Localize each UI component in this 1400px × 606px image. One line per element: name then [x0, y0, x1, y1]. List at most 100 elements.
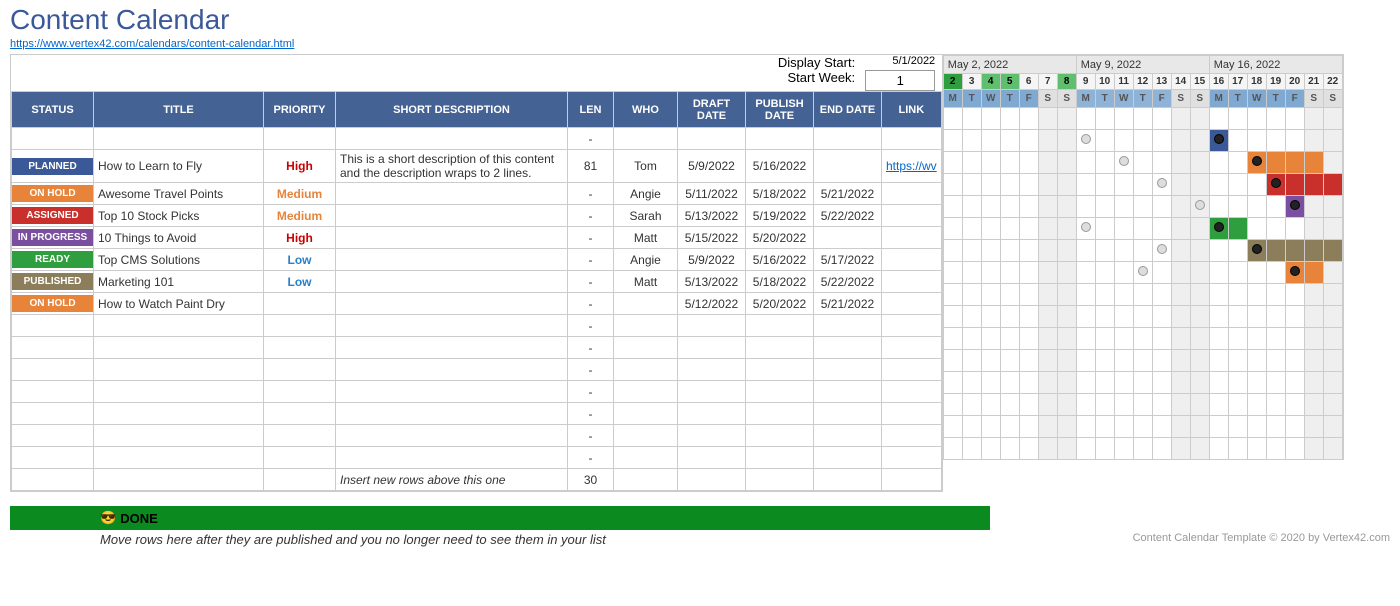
cell-desc[interactable] — [336, 403, 568, 425]
cell-desc[interactable] — [336, 205, 568, 227]
cell-publish[interactable] — [746, 447, 814, 469]
cell-len[interactable]: - — [568, 205, 614, 227]
cell-len[interactable]: 30 — [568, 469, 614, 491]
cell-link[interactable] — [882, 469, 942, 491]
cell-title[interactable] — [94, 315, 264, 337]
cell-len[interactable]: - — [568, 381, 614, 403]
cell-who[interactable]: Matt — [614, 227, 678, 249]
table-row[interactable]: - — [12, 425, 942, 447]
cell-publish[interactable]: 5/16/2022 — [746, 249, 814, 271]
cell-end[interactable] — [814, 150, 882, 183]
cell-priority[interactable] — [264, 381, 336, 403]
table-row[interactable]: READYTop CMS SolutionsLow-Angie5/9/20225… — [12, 249, 942, 271]
cell-status[interactable] — [12, 447, 94, 469]
cell-status[interactable]: ASSIGNED — [12, 205, 94, 227]
cell-title[interactable] — [94, 359, 264, 381]
cell-title[interactable] — [94, 128, 264, 150]
cell-link[interactable] — [882, 403, 942, 425]
cell-draft[interactable]: 5/15/2022 — [678, 227, 746, 249]
cell-title[interactable] — [94, 337, 264, 359]
cell-publish[interactable]: 5/20/2022 — [746, 293, 814, 315]
cell-status[interactable] — [12, 315, 94, 337]
cell-len[interactable]: - — [568, 227, 614, 249]
cell-draft[interactable] — [678, 337, 746, 359]
cell-status[interactable]: ON HOLD — [12, 293, 94, 315]
cell-publish[interactable] — [746, 337, 814, 359]
cell-end[interactable] — [814, 359, 882, 381]
cell-desc[interactable] — [336, 183, 568, 205]
cell-draft[interactable] — [678, 425, 746, 447]
cell-who[interactable] — [614, 337, 678, 359]
cell-draft[interactable]: 5/13/2022 — [678, 205, 746, 227]
cell-priority[interactable]: Low — [264, 249, 336, 271]
cell-publish[interactable] — [746, 425, 814, 447]
cell-draft[interactable] — [678, 469, 746, 491]
table-row[interactable]: ASSIGNEDTop 10 Stock PicksMedium-Sarah5/… — [12, 205, 942, 227]
cell-who[interactable] — [614, 469, 678, 491]
cell-publish[interactable]: 5/18/2022 — [746, 271, 814, 293]
cell-title[interactable]: 10 Things to Avoid — [94, 227, 264, 249]
cell-title[interactable] — [94, 403, 264, 425]
cell-end[interactable] — [814, 447, 882, 469]
cell-priority[interactable] — [264, 293, 336, 315]
cell-len[interactable]: - — [568, 271, 614, 293]
cell-priority[interactable]: Medium — [264, 205, 336, 227]
cell-len[interactable]: 81 — [568, 150, 614, 183]
cell-end[interactable]: 5/17/2022 — [814, 249, 882, 271]
cell-len[interactable]: - — [568, 183, 614, 205]
cell-draft[interactable]: 5/9/2022 — [678, 150, 746, 183]
cell-desc[interactable] — [336, 315, 568, 337]
cell-priority[interactable] — [264, 315, 336, 337]
cell-title[interactable]: Marketing 101 — [94, 271, 264, 293]
row-link[interactable]: https://wv — [886, 159, 937, 173]
display-start-value[interactable]: 5/1/2022 — [865, 55, 935, 70]
cell-who[interactable]: Angie — [614, 249, 678, 271]
cell-title[interactable]: Awesome Travel Points — [94, 183, 264, 205]
cell-link[interactable]: https://wv — [882, 150, 942, 183]
cell-end[interactable] — [814, 128, 882, 150]
cell-status[interactable] — [12, 403, 94, 425]
cell-link[interactable] — [882, 227, 942, 249]
cell-link[interactable] — [882, 293, 942, 315]
table-row[interactable]: - — [12, 403, 942, 425]
cell-end[interactable] — [814, 425, 882, 447]
cell-publish[interactable] — [746, 359, 814, 381]
table-row[interactable]: - — [12, 359, 942, 381]
cell-who[interactable] — [614, 359, 678, 381]
cell-publish[interactable] — [746, 128, 814, 150]
cell-status[interactable]: PLANNED — [12, 150, 94, 183]
cell-draft[interactable] — [678, 128, 746, 150]
cell-who[interactable] — [614, 315, 678, 337]
cell-desc[interactable] — [336, 337, 568, 359]
cell-desc[interactable] — [336, 447, 568, 469]
cell-priority[interactable] — [264, 128, 336, 150]
cell-desc[interactable]: Insert new rows above this one — [336, 469, 568, 491]
cell-end[interactable] — [814, 403, 882, 425]
cell-priority[interactable] — [264, 337, 336, 359]
cell-len[interactable]: - — [568, 315, 614, 337]
table-row[interactable]: IN PROGRESS10 Things to AvoidHigh-Matt5/… — [12, 227, 942, 249]
cell-publish[interactable] — [746, 403, 814, 425]
cell-desc[interactable] — [336, 271, 568, 293]
cell-len[interactable]: - — [568, 447, 614, 469]
cell-title[interactable] — [94, 447, 264, 469]
cell-who[interactable] — [614, 293, 678, 315]
cell-len[interactable]: - — [568, 249, 614, 271]
cell-priority[interactable] — [264, 403, 336, 425]
cell-draft[interactable] — [678, 315, 746, 337]
cell-title[interactable] — [94, 381, 264, 403]
cell-priority[interactable]: Medium — [264, 183, 336, 205]
table-row[interactable]: ON HOLDAwesome Travel PointsMedium-Angie… — [12, 183, 942, 205]
cell-end[interactable] — [814, 469, 882, 491]
cell-link[interactable] — [882, 271, 942, 293]
cell-link[interactable] — [882, 249, 942, 271]
cell-link[interactable] — [882, 381, 942, 403]
cell-desc[interactable] — [336, 249, 568, 271]
table-row[interactable]: PUBLISHEDMarketing 101Low-Matt5/13/20225… — [12, 271, 942, 293]
cell-end[interactable] — [814, 227, 882, 249]
cell-len[interactable]: - — [568, 425, 614, 447]
cell-link[interactable] — [882, 128, 942, 150]
cell-end[interactable]: 5/22/2022 — [814, 205, 882, 227]
cell-link[interactable] — [882, 337, 942, 359]
cell-link[interactable] — [882, 183, 942, 205]
